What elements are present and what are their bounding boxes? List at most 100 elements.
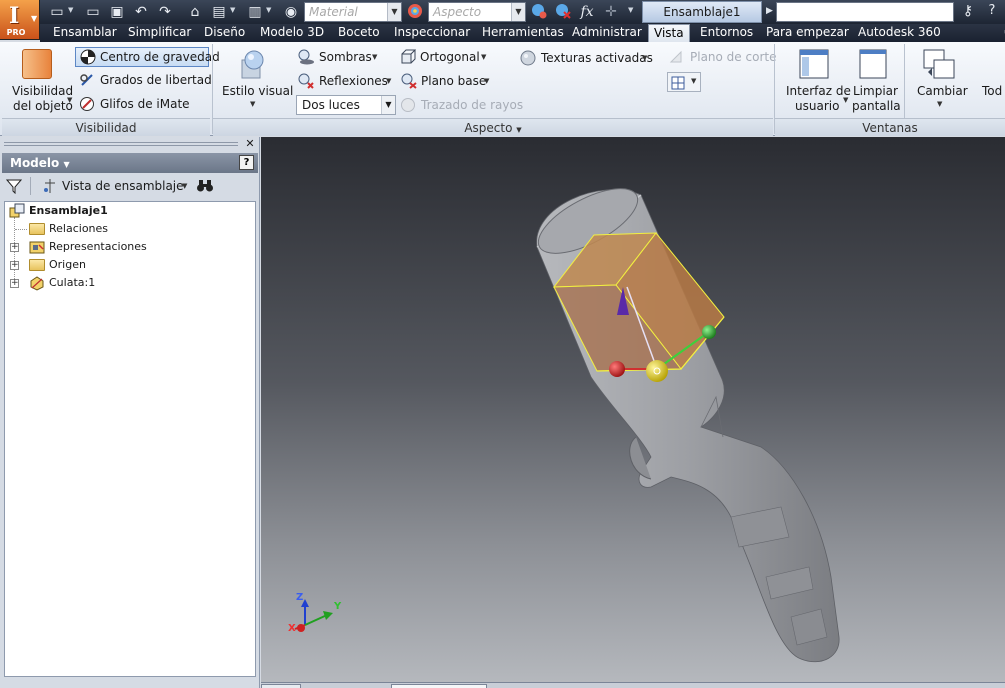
tab-boceto[interactable]: Boceto bbox=[338, 24, 380, 42]
view-cube-options-button[interactable]: ▼ bbox=[667, 72, 701, 92]
undo-icon[interactable]: ↶ bbox=[132, 3, 150, 21]
graphics-viewport[interactable]: Z Y X bbox=[261, 137, 1005, 682]
chevron-down-icon[interactable]: ▼ bbox=[511, 3, 525, 21]
imate-glyph-icon[interactable] bbox=[79, 96, 95, 112]
chevron-down-icon[interactable]: ▼ bbox=[386, 77, 391, 85]
user-interface-label-1[interactable]: Interfaz de bbox=[786, 84, 851, 98]
new-file-icon[interactable]: ▭ bbox=[48, 3, 66, 21]
adjust-appearance-icon[interactable] bbox=[530, 3, 548, 21]
material-combo[interactable]: Material ▼ bbox=[304, 2, 402, 22]
textures-icon[interactable] bbox=[520, 50, 536, 66]
clean-screen-label-2[interactable]: pantalla bbox=[852, 99, 901, 113]
chevron-down-icon[interactable]: ▼ bbox=[250, 100, 255, 108]
tab-autodesk-360[interactable]: Autodesk 360 bbox=[858, 24, 941, 42]
chevron-down-icon[interactable]: ▼ bbox=[937, 100, 942, 108]
view-mode-select[interactable]: Vista de ensamblaje ▼ bbox=[40, 176, 190, 196]
search-input[interactable] bbox=[776, 2, 954, 22]
help-icon[interactable]: ? bbox=[982, 3, 1002, 21]
ribbon-display-options-icon[interactable]: ▬ ▼ bbox=[998, 27, 1005, 39]
tree-node-label: Representaciones bbox=[49, 240, 147, 253]
save-icon[interactable]: ▣ bbox=[108, 3, 126, 21]
expand-icon[interactable]: + bbox=[10, 279, 19, 288]
color-override-icon[interactable]: ◉ bbox=[282, 3, 300, 21]
new-file-dropdown-icon[interactable]: ▼ bbox=[68, 6, 73, 14]
expand-icon[interactable]: + bbox=[10, 261, 19, 270]
chevron-right-icon[interactable]: ▶ bbox=[766, 6, 773, 16]
tab-inspeccionar[interactable]: Inspeccionar bbox=[394, 24, 470, 42]
crosshair-dropdown-icon[interactable]: ▼ bbox=[628, 6, 633, 14]
update-dropdown-icon[interactable]: ▼ bbox=[230, 6, 235, 14]
tab-vista[interactable]: Vista bbox=[648, 24, 690, 42]
redo-icon[interactable]: ↷ bbox=[156, 3, 174, 21]
ground-plane-icon[interactable] bbox=[400, 73, 418, 89]
browser-help-icon[interactable]: ? bbox=[239, 155, 254, 170]
degrees-of-freedom-icon[interactable] bbox=[79, 72, 95, 88]
chevron-down-icon[interactable]: ▼ bbox=[67, 96, 72, 104]
chevron-down-icon[interactable]: ▼ bbox=[381, 96, 395, 114]
object-visibility-icon[interactable] bbox=[22, 49, 52, 79]
visual-style-label[interactable]: Estilo visual bbox=[222, 84, 293, 98]
chevron-down-icon[interactable]: ▼ bbox=[481, 53, 486, 61]
panel-title-aspecto[interactable]: Aspecto ▼ bbox=[213, 118, 773, 136]
clean-screen-icon[interactable] bbox=[858, 48, 888, 80]
open-folder-icon[interactable]: ▭ bbox=[84, 3, 102, 21]
user-interface-label-2[interactable]: usuario bbox=[795, 99, 839, 113]
browser-header[interactable]: Modelo ▼ ? bbox=[2, 153, 258, 173]
switch-window-label[interactable]: Cambiar bbox=[917, 84, 968, 98]
reflections-icon[interactable] bbox=[297, 73, 315, 89]
orthographic-icon[interactable] bbox=[400, 49, 416, 65]
chevron-down-icon[interactable]: ▼ bbox=[484, 77, 489, 85]
chevron-down-icon[interactable]: ▼ bbox=[843, 96, 848, 104]
imate-glyphs-label[interactable]: Glifos de iMate bbox=[100, 97, 190, 111]
object-visibility-label-1[interactable]: Visibilidad bbox=[12, 84, 73, 98]
tab-entornos[interactable]: Entornos bbox=[700, 24, 753, 42]
textures-on-label[interactable]: Texturas activadas bbox=[541, 51, 653, 65]
tab-diseno[interactable]: Diseño bbox=[204, 24, 245, 42]
tab-herramientas[interactable]: Herramientas bbox=[482, 24, 564, 42]
appearance-sphere-icon[interactable] bbox=[406, 3, 424, 21]
shadows-label[interactable]: Sombras bbox=[319, 50, 372, 64]
user-interface-icon[interactable] bbox=[798, 48, 830, 80]
tab-ensamblar[interactable]: Ensamblar bbox=[53, 24, 117, 42]
clean-screen-label-1[interactable]: Limpiar bbox=[853, 84, 898, 98]
object-visibility-label-2[interactable]: del objeto bbox=[13, 99, 73, 113]
tree-node-label: Ensamblaje1 bbox=[29, 204, 108, 217]
orthographic-label[interactable]: Ortogonal bbox=[420, 50, 480, 64]
crosshair-icon[interactable]: ✛ bbox=[602, 3, 620, 21]
select-mode-icon[interactable]: ▥ bbox=[246, 3, 264, 21]
arrange-all-label[interactable]: Tod bbox=[982, 84, 1002, 98]
chevron-down-icon[interactable]: ▼ bbox=[372, 53, 377, 61]
degrees-of-freedom-label[interactable]: Grados de libertad bbox=[100, 73, 212, 87]
shadows-icon[interactable] bbox=[297, 49, 315, 65]
tab-administrar[interactable]: Administrar bbox=[572, 24, 642, 42]
document-tab-ensamblaje1[interactable] bbox=[391, 684, 487, 688]
appearance-combo[interactable]: Aspecto ▼ bbox=[428, 2, 526, 22]
document-tab-controls[interactable] bbox=[261, 684, 301, 688]
appearance-combo-text: Aspecto bbox=[433, 5, 482, 19]
application-menu-button[interactable]: I PRO ▼ bbox=[0, 0, 40, 40]
visual-style-icon[interactable] bbox=[236, 48, 270, 82]
tab-modelo-3d[interactable]: Modelo 3D bbox=[260, 24, 324, 42]
tab-simplificar[interactable]: Simplificar bbox=[128, 24, 191, 42]
key-icon[interactable]: ⚷ bbox=[958, 3, 978, 21]
ground-plane-label[interactable]: Plano base bbox=[421, 74, 486, 88]
center-of-gravity-button[interactable]: Centro de gravedad bbox=[75, 47, 220, 67]
close-icon[interactable]: ✕ bbox=[243, 137, 257, 151]
browser-grip[interactable]: ✕ bbox=[0, 137, 260, 151]
select-mode-dropdown-icon[interactable]: ▼ bbox=[266, 6, 271, 14]
part-culata[interactable] bbox=[529, 176, 840, 663]
binoculars-icon[interactable] bbox=[196, 178, 214, 194]
filter-icon[interactable] bbox=[6, 178, 22, 194]
switch-window-icon[interactable] bbox=[922, 48, 956, 80]
fx-parameters-icon[interactable]: fx bbox=[578, 3, 596, 21]
chevron-down-icon[interactable]: ▼ bbox=[63, 160, 69, 169]
chevron-down-icon[interactable]: ▼ bbox=[387, 3, 401, 21]
chevron-down-icon[interactable]: ▼ bbox=[642, 54, 647, 62]
reflections-label[interactable]: Reflexiones bbox=[319, 74, 388, 88]
tab-para-empezar[interactable]: Para empezar bbox=[766, 24, 849, 42]
clear-appearance-icon[interactable] bbox=[554, 3, 572, 21]
home-icon[interactable]: ⌂ bbox=[186, 3, 204, 21]
expand-icon[interactable]: + bbox=[10, 243, 19, 252]
update-icon[interactable]: ▤ bbox=[210, 3, 228, 21]
lighting-style-select[interactable]: Dos luces ▼ bbox=[296, 95, 396, 115]
